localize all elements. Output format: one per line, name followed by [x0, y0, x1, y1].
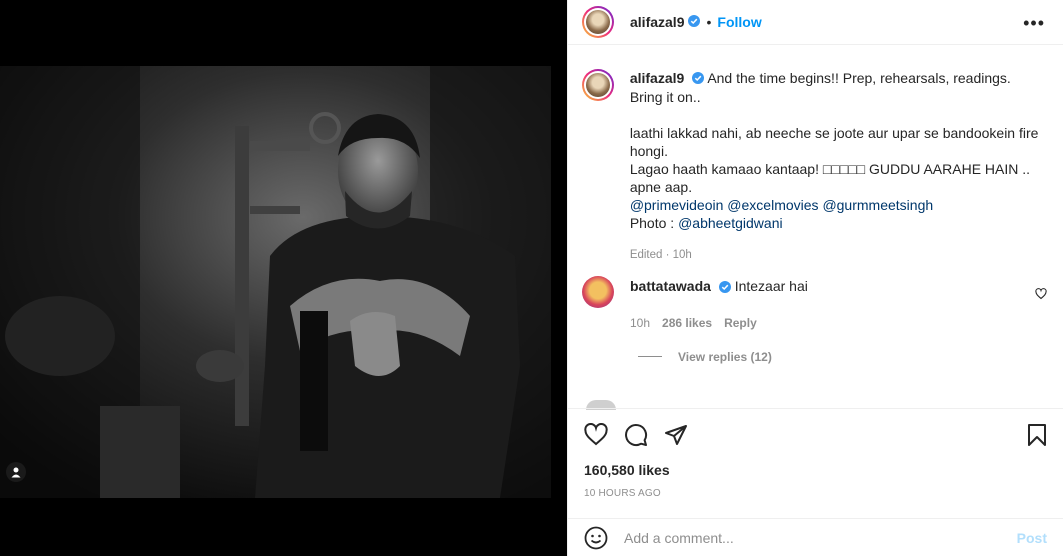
- comment-time[interactable]: 10h: [630, 316, 650, 330]
- post-caption: alifazal9 And the time begins!! Prep, re…: [568, 55, 1063, 264]
- view-replies-line: [638, 356, 662, 358]
- caption-username[interactable]: alifazal9: [630, 70, 684, 86]
- commenter-username[interactable]: battatawada: [630, 278, 711, 294]
- more-options-icon[interactable]: •••: [1023, 13, 1045, 34]
- caption-photo-credit: Photo : @abheetgidwani: [630, 214, 1047, 232]
- comment-meta: 10h 286 likes Reply: [630, 316, 808, 330]
- header-separator: •: [706, 14, 712, 30]
- post-photo[interactable]: [0, 66, 551, 498]
- post-sidebar: alifazal9 • Follow ••• alifazal9 And the…: [567, 0, 1063, 556]
- commenter-avatar[interactable]: [582, 276, 614, 309]
- comment-icon[interactable]: [624, 423, 648, 447]
- caption-text: alifazal9 And the time begins!! Prep, re…: [630, 69, 1047, 264]
- heart-icon[interactable]: [584, 423, 608, 447]
- action-icons-row: [568, 409, 1063, 447]
- comment-like-heart-icon[interactable]: [1035, 287, 1047, 303]
- comment-text: Intezaar hai: [734, 278, 808, 295]
- caption-author-avatar[interactable]: [582, 69, 614, 101]
- mention-link[interactable]: @primevideoin: [630, 197, 724, 213]
- post-media-area: [0, 0, 567, 556]
- comment-item: battatawada Intezaar hai 10h 286 likes R…: [568, 264, 1063, 330]
- add-comment-input[interactable]: [624, 529, 1017, 546]
- photo-credit-label: Photo :: [629, 215, 679, 232]
- instagram-post-view: alifazal9 • Follow ••• alifazal9 And the…: [0, 0, 1063, 556]
- likes-count[interactable]: 160,580 likes: [568, 447, 1063, 478]
- view-replies-button[interactable]: View replies (12): [638, 350, 1063, 364]
- author-username[interactable]: alifazal9: [630, 14, 684, 30]
- caption-line-1: And the time begins!! Prep, rehearsals, …: [629, 70, 1011, 106]
- add-comment-bar: Post: [568, 518, 1063, 556]
- verified-badge-icon: [688, 14, 701, 30]
- mention-link[interactable]: @excelmovies: [727, 197, 818, 213]
- caption-mentions: @primevideoin @excelmovies @gurmmeetsing…: [630, 196, 1047, 214]
- post-comment-button[interactable]: Post: [1017, 530, 1047, 546]
- comment-body: battatawada Intezaar hai 10h 286 likes R…: [630, 276, 808, 329]
- caption-line-3: Lagao haath kamaao kantaap! □□□□□ GUDDU …: [629, 161, 1031, 196]
- view-replies-label: View replies (12): [678, 349, 772, 364]
- author-avatar[interactable]: [582, 6, 614, 38]
- comments-scroll-area[interactable]: alifazal9 And the time begins!! Prep, re…: [568, 55, 1063, 407]
- mention-link[interactable]: @abheetgidwani: [678, 215, 783, 231]
- verified-badge-icon: [692, 70, 705, 88]
- caption-meta: Edited · 10h: [629, 249, 692, 262]
- user-tag-icon[interactable]: [6, 462, 26, 482]
- caption-line-2: laathi lakkad nahi, ab neeche se joote a…: [629, 125, 1039, 160]
- verified-badge-icon: [718, 280, 731, 296]
- comment-likes[interactable]: 286 likes: [662, 316, 712, 330]
- share-icon[interactable]: [664, 423, 688, 447]
- post-timestamp[interactable]: 10 HOURS AGO: [568, 478, 1063, 499]
- emoji-icon[interactable]: [584, 526, 608, 550]
- follow-button[interactable]: Follow: [717, 14, 761, 30]
- bookmark-icon[interactable]: [1027, 423, 1047, 447]
- post-header: alifazal9 • Follow •••: [568, 0, 1063, 45]
- mention-link[interactable]: @gurmmeetsingh: [822, 197, 933, 213]
- comment-reply-button[interactable]: Reply: [724, 316, 757, 330]
